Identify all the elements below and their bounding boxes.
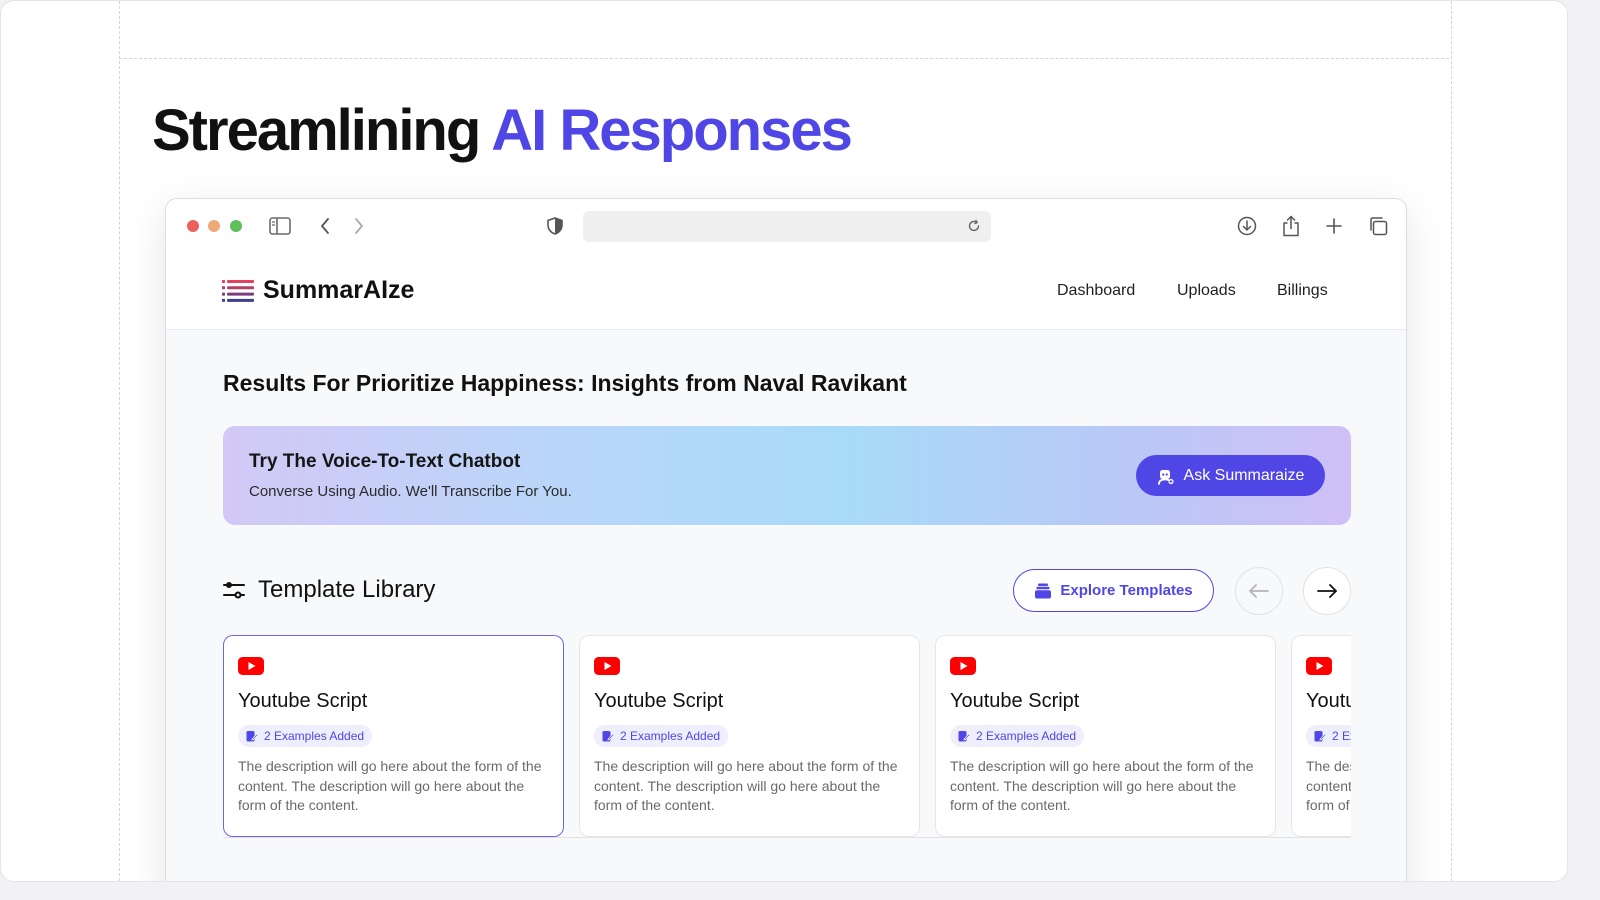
card-title: Youtube Script — [1306, 690, 1351, 712]
template-stack-icon — [1035, 583, 1052, 598]
explore-templates-button[interactable]: Explore Templates — [1013, 569, 1214, 612]
hero-title-part2: AI Responses — [491, 98, 853, 163]
examples-badge-label: 2 Examples Added — [264, 729, 365, 743]
guide-line-right — [1451, 1, 1452, 881]
template-library-title: Template Library — [258, 576, 436, 603]
reload-icon[interactable] — [963, 215, 985, 237]
note-edit-icon — [1314, 731, 1326, 742]
guide-line-top — [119, 58, 1449, 59]
hero-title-part1: Streamlining — [152, 98, 481, 163]
explore-templates-label: Explore Templates — [1060, 582, 1193, 599]
chatbot-banner: Try The Voice-To-Text Chatbot Converse U… — [223, 426, 1351, 525]
download-icon[interactable] — [1234, 213, 1260, 239]
examples-badge: 2 Examples Added — [950, 725, 1085, 747]
shield-icon[interactable] — [542, 213, 568, 239]
examples-badge-label: 2 Examples Added — [976, 729, 1077, 743]
template-cards: Youtube Script 2 Examples Added The desc… — [223, 635, 1351, 840]
note-edit-icon — [602, 731, 614, 742]
youtube-icon — [238, 657, 264, 675]
nav-dashboard[interactable]: Dashboard — [1057, 282, 1135, 300]
minimize-window-button[interactable] — [208, 220, 220, 232]
main-content: Results For Prioritize Happiness: Insigh… — [166, 330, 1406, 881]
youtube-icon — [1306, 657, 1332, 675]
new-tab-icon[interactable] — [1321, 213, 1347, 239]
zoom-window-button[interactable] — [230, 220, 242, 232]
card-description: The description will go here about the f… — [1306, 758, 1351, 813]
examples-badge-label: 2 Examples Added — [620, 729, 721, 743]
ask-summaraize-button[interactable]: Ask Summaraize — [1136, 455, 1325, 496]
card-title: Youtube Script — [238, 690, 368, 712]
address-bar[interactable] — [583, 211, 991, 242]
app-navbar: SummarAIze Dashboard Uploads Billings — [166, 254, 1406, 330]
ask-summaraize-label: Ask Summaraize — [1183, 466, 1305, 484]
card-description: The description will go here about the f… — [950, 758, 1254, 813]
back-icon[interactable] — [312, 213, 338, 239]
card-description: The description will go here about the f… — [594, 758, 898, 813]
examples-badge: 2 Examples Added — [594, 725, 729, 747]
carousel-prev-button[interactable] — [1235, 567, 1283, 615]
sidebar-icon[interactable] — [267, 213, 293, 239]
nav-billings[interactable]: Billings — [1277, 282, 1328, 300]
template-card[interactable]: Youtube Script 2 Examples Added The desc… — [1291, 635, 1351, 837]
browser-toolbar — [166, 199, 1406, 254]
youtube-icon — [594, 657, 620, 675]
banner-title: Try The Voice-To-Text Chatbot — [249, 451, 521, 472]
template-card[interactable]: Youtube Script 2 Examples Added The desc… — [935, 635, 1276, 837]
note-edit-icon — [246, 731, 258, 742]
hero-title: Streamlining AI Responses — [152, 97, 853, 164]
card-description: The description will go here about the f… — [238, 758, 542, 813]
examples-badge: 2 Examples Added — [238, 725, 373, 747]
carousel-next-button[interactable] — [1303, 567, 1351, 615]
guide-line-left — [119, 1, 120, 881]
divider — [223, 837, 1351, 838]
arrow-right-icon — [1317, 584, 1337, 598]
note-edit-icon — [958, 731, 970, 742]
card-title: Youtube Script — [950, 690, 1080, 712]
brand-name[interactable]: SummarAIze — [263, 276, 414, 305]
close-window-button[interactable] — [187, 220, 199, 232]
forward-icon[interactable] — [346, 213, 372, 239]
arrow-left-icon — [1249, 584, 1269, 598]
examples-badge: 2 Examples Added — [1306, 725, 1351, 747]
template-card[interactable]: Youtube Script 2 Examples Added The desc… — [579, 635, 920, 837]
card-title: Youtube Script — [594, 690, 724, 712]
share-icon[interactable] — [1278, 213, 1304, 239]
examples-badge-label: 2 Examples Added — [1332, 729, 1351, 743]
nav-uploads[interactable]: Uploads — [1177, 282, 1236, 300]
browser-window: SummarAIze Dashboard Uploads Billings Re… — [165, 198, 1407, 881]
bot-icon — [1157, 469, 1174, 485]
banner-subtitle: Converse Using Audio. We'll Transcribe F… — [249, 483, 572, 500]
canvas: Streamlining AI Responses SummarAIze Das… — [0, 0, 1568, 882]
logo-icon — [222, 280, 254, 302]
youtube-icon — [950, 657, 976, 675]
template-card[interactable]: Youtube Script 2 Examples Added The desc… — [223, 635, 564, 837]
sliders-icon — [223, 582, 245, 599]
tabs-icon[interactable] — [1365, 213, 1391, 239]
results-title: Results For Prioritize Happiness: Insigh… — [223, 370, 907, 396]
